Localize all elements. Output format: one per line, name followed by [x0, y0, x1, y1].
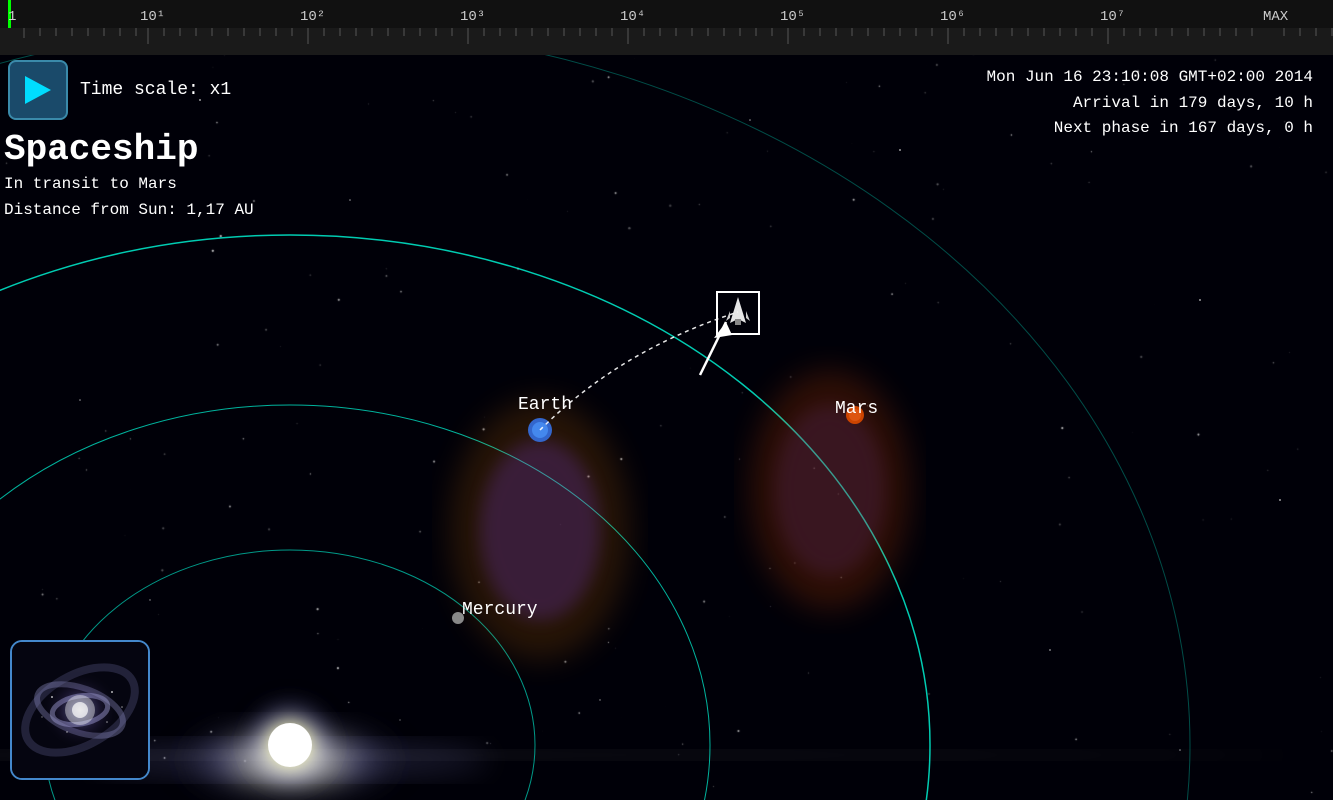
svg-text:10¹: 10¹	[140, 9, 165, 25]
spaceship-subtitle1: In transit to Mars	[4, 172, 254, 196]
svg-text:MAX: MAX	[1263, 9, 1289, 25]
svg-text:10⁶: 10⁶	[940, 9, 965, 25]
stars	[79, 79, 1281, 751]
spaceship-title: Spaceship	[4, 130, 254, 170]
mercury-label: Mercury	[462, 600, 538, 620]
time-scale-label: Time scale: x1	[80, 80, 231, 100]
svg-text:10²: 10²	[300, 9, 325, 25]
play-button[interactable]	[8, 60, 68, 120]
earth-label: Earth	[518, 395, 572, 415]
mars-label: Mars	[835, 399, 878, 419]
spaceship-info-panel: Spaceship In transit to Mars Distance fr…	[4, 130, 254, 222]
svg-text:10⁷: 10⁷	[1100, 9, 1125, 25]
datetime-label: Mon Jun 16 23:10:08 GMT+02:00 2014	[987, 65, 1313, 91]
spaceship-box	[716, 291, 760, 335]
info-panel: Mon Jun 16 23:10:08 GMT+02:00 2014 Arriv…	[987, 65, 1313, 142]
earth-aura2	[480, 440, 600, 620]
mars-aura2	[775, 405, 885, 575]
time-ruler: 1 10¹ 10² 10³ 10⁴ 10⁵ 10⁶ 10⁷ MAX	[0, 0, 1333, 55]
arrival-label: Arrival in 179 days, 10 h	[987, 91, 1313, 117]
svg-text:10⁴: 10⁴	[620, 9, 645, 25]
sun-bright	[268, 723, 312, 767]
svg-text:1: 1	[8, 9, 16, 25]
spaceship-icon	[718, 293, 758, 333]
svg-text:10³: 10³	[460, 9, 485, 25]
galaxy-image	[12, 642, 148, 778]
sun-flare-h	[0, 750, 1290, 760]
galaxy-thumbnail[interactable]	[10, 640, 150, 780]
spaceship-subtitle2: Distance from Sun: 1,17 AU	[4, 198, 254, 222]
next-phase-label: Next phase in 167 days, 0 h	[987, 116, 1313, 142]
svg-text:10⁵: 10⁵	[780, 9, 805, 25]
play-icon	[25, 76, 51, 104]
